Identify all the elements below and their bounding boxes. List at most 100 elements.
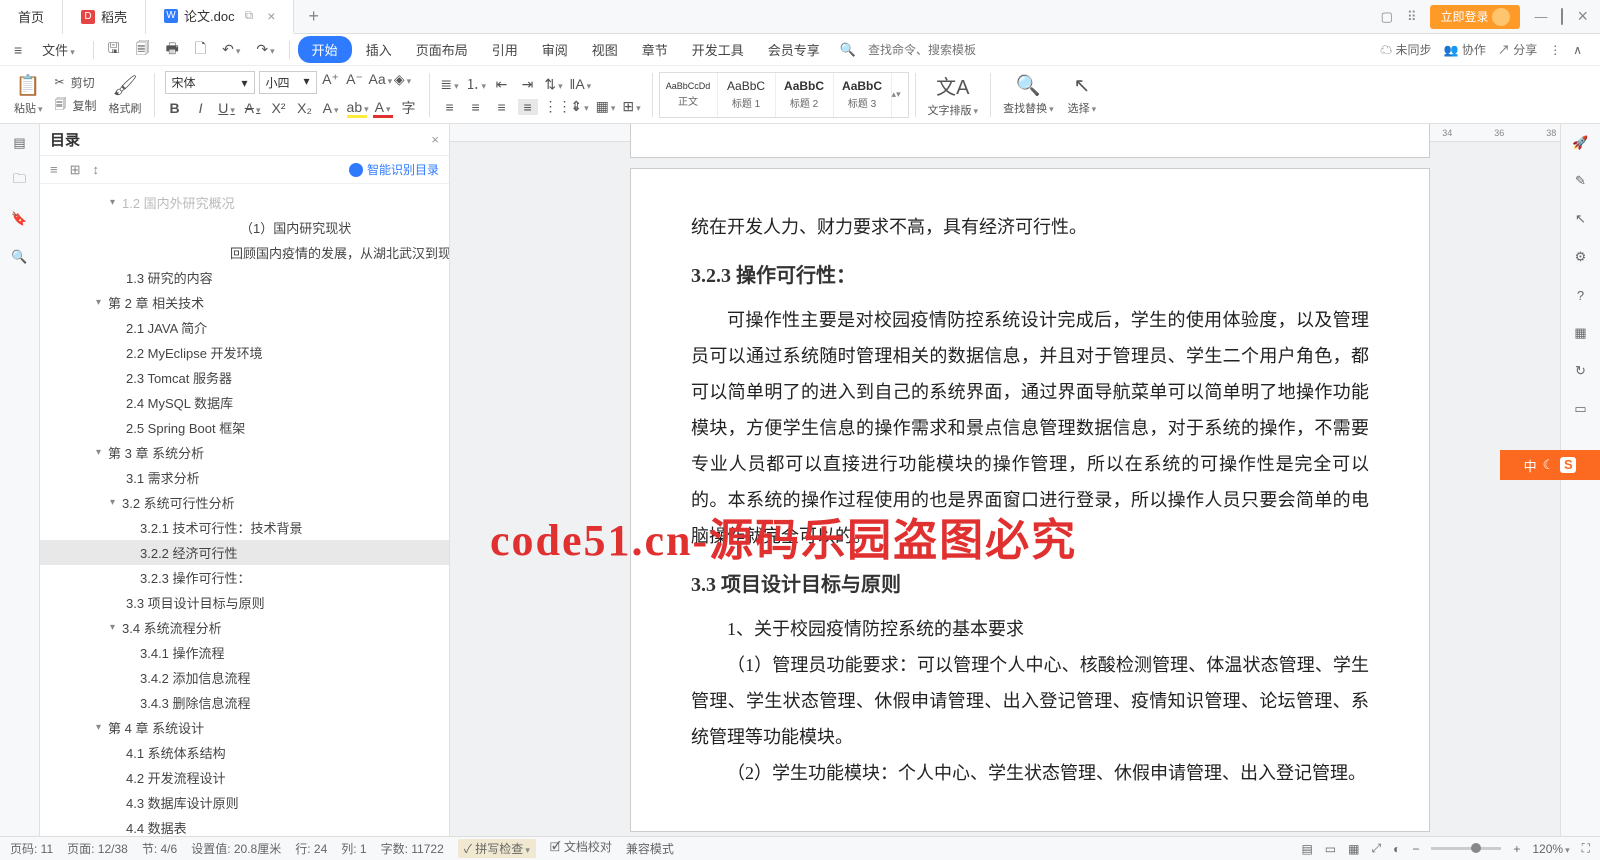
font-size-select[interactable]: 小四▾ <box>259 71 317 94</box>
toc-item[interactable]: 2.2 MyEclipse 开发环境 <box>40 340 449 365</box>
number-list-icon[interactable]: ⒈ <box>466 74 486 94</box>
redo-icon[interactable]: ↷ <box>250 37 280 62</box>
border-icon[interactable]: ⊞ <box>622 98 642 115</box>
view-print-icon[interactable]: ▤ <box>1301 842 1312 856</box>
subscript-button[interactable]: X₂ <box>295 100 315 116</box>
toc-item[interactable]: 4.3 数据库设计原则 <box>40 790 449 815</box>
menu-file[interactable]: 文件 <box>32 36 85 63</box>
copy-button[interactable]: 🗐 复制 <box>55 95 97 116</box>
select-button[interactable]: ↖选择 <box>1062 73 1103 116</box>
print-preview-icon[interactable]: 🗋 <box>189 34 212 66</box>
increase-font-icon[interactable]: A⁺ <box>321 71 341 94</box>
align-left-icon[interactable]: ≡ <box>440 99 460 115</box>
toc-item[interactable]: 2.1 JAVA 简介 <box>40 315 449 340</box>
align-justify-icon[interactable]: ≡ <box>518 99 538 115</box>
zoom-value[interactable]: 120% <box>1532 842 1569 856</box>
minimize-button[interactable]: — <box>1534 9 1547 24</box>
style-more-icon[interactable]: ▴▾ <box>892 73 908 117</box>
decrease-indent-icon[interactable]: ⇤ <box>492 76 512 93</box>
paragraph-spacing-icon[interactable]: ⇕ <box>570 98 590 115</box>
menu-hamburger-icon[interactable]: ≡ <box>8 38 28 62</box>
cut-button[interactable]: ✂ 剪切 <box>55 74 97 91</box>
bold-button[interactable]: B <box>165 100 185 116</box>
format-painter-button[interactable]: 🖌 格式刷 <box>103 73 148 116</box>
toc-item[interactable]: （1）国内研究现状 <box>40 215 449 240</box>
change-case-icon[interactable]: Aa <box>369 71 389 94</box>
sort-icon[interactable]: ⇅ <box>544 76 564 93</box>
toc-item[interactable]: ▾第 3 章 系统分析 <box>40 440 449 465</box>
toc-item[interactable]: 3.2.2 经济可行性 <box>40 540 449 565</box>
shading-icon[interactable]: ▦ <box>596 98 616 115</box>
save-icon[interactable]: 🖫 <box>102 34 126 66</box>
toc-item[interactable]: 4.1 系统体系结构 <box>40 740 449 765</box>
superscript-button[interactable]: X² <box>269 100 289 116</box>
paste-group[interactable]: 📋 粘贴 <box>8 73 49 116</box>
nav-search-icon[interactable]: 🔍 <box>11 248 29 266</box>
align-right-icon[interactable]: ≡ <box>492 99 512 115</box>
tab-close-icon[interactable]: × <box>267 8 275 24</box>
tab-home[interactable]: 首页 <box>0 0 63 34</box>
style-heading3[interactable]: AaBbC标题 3 <box>834 73 892 117</box>
command-search-input[interactable] <box>860 40 1031 60</box>
toc-expand-icon[interactable]: ⊞ <box>70 162 81 178</box>
decrease-font-icon[interactable]: A⁻ <box>345 71 365 94</box>
toc-item[interactable]: 3.4.3 删除信息流程 <box>40 690 449 715</box>
font-family-select[interactable]: 宋体▾ <box>165 71 255 94</box>
toc-item[interactable]: 3.4.1 操作流程 <box>40 640 449 665</box>
smart-toc-button[interactable]: 智能识别目录 <box>349 161 439 178</box>
status-pageno[interactable]: 页码: 11 <box>10 840 53 857</box>
view-read-icon[interactable]: ⤢ <box>1371 841 1381 856</box>
status-page[interactable]: 页面: 12/38 <box>67 840 128 857</box>
ime-badge[interactable]: 中☾S <box>1500 450 1600 480</box>
toc-item[interactable]: 4.2 开发流程设计 <box>40 765 449 790</box>
menu-insert[interactable]: 插入 <box>356 36 402 63</box>
tab-document[interactable]: W 论文.doc ⧉ × <box>146 0 294 34</box>
underline-button[interactable]: U <box>217 100 237 116</box>
document-page[interactable]: 统在开发人力、财力要求不高，具有经济可行性。 3.2.3 操作可行性： 可操作性… <box>630 168 1430 832</box>
status-spellcheck[interactable]: ✓ 拼写检查 <box>458 839 536 858</box>
tab-docker[interactable]: D稻壳 <box>63 0 146 34</box>
maximize-button[interactable] <box>1561 9 1563 24</box>
menu-start[interactable]: 开始 <box>298 36 352 63</box>
menu-references[interactable]: 引用 <box>482 36 528 63</box>
menu-page-layout[interactable]: 页面布局 <box>406 36 478 63</box>
zoom-out-icon[interactable]: − <box>1412 842 1419 856</box>
status-words[interactable]: 字数: 11722 <box>381 840 444 857</box>
menu-section[interactable]: 章节 <box>632 36 678 63</box>
text-layout-button[interactable]: 文A文字排版 <box>922 71 985 118</box>
toc-item[interactable]: 2.3 Tomcat 服务器 <box>40 365 449 390</box>
italic-button[interactable]: I <box>191 100 211 116</box>
style-heading1[interactable]: AaBbC标题 1 <box>718 73 776 117</box>
zoom-slider[interactable] <box>1431 847 1501 850</box>
bullet-list-icon[interactable]: ≣ <box>440 76 460 93</box>
find-replace-button[interactable]: 🔍查找替换 <box>997 73 1060 116</box>
menu-member[interactable]: 会员专享 <box>758 36 830 63</box>
tool-rocket-icon[interactable]: 🚀 <box>1572 134 1590 152</box>
undo-icon[interactable]: ↶ <box>216 37 246 62</box>
toc-item[interactable]: ▾3.4 系统流程分析 <box>40 615 449 640</box>
fullscreen-icon[interactable]: ⛶ <box>1582 841 1590 856</box>
tool-settings-icon[interactable]: ⚙ <box>1572 248 1590 266</box>
zoom-in-icon[interactable]: + <box>1513 842 1520 856</box>
tab-popout-icon[interactable]: ⧉ <box>245 8 254 23</box>
tool-refresh-icon[interactable]: ↻ <box>1572 362 1590 380</box>
toc-item[interactable]: ▾3.2 系统可行性分析 <box>40 490 449 515</box>
distribute-icon[interactable]: ⋮⋮ <box>544 98 564 115</box>
phonetic-button[interactable]: 字 <box>399 98 419 118</box>
style-gallery[interactable]: AaBbCcDd正文 AaBbC标题 1 AaBbC标题 2 AaBbC标题 3… <box>659 72 909 118</box>
toc-item[interactable]: ▾第 2 章 相关技术 <box>40 290 449 315</box>
toc-item[interactable]: 2.4 MySQL 数据库 <box>40 390 449 415</box>
saveas-icon[interactable]: 🗐 <box>130 34 156 66</box>
outline-list[interactable]: ▾1.2 国内外研究概况（1）国内研究现状回顾国内疫情的发展，从湖北武汉到现在河… <box>40 184 449 856</box>
view-focus-icon[interactable]: ◐ <box>1393 842 1400 856</box>
more-menu-icon[interactable]: ⋮ <box>1549 43 1561 57</box>
tool-template-icon[interactable]: ▦ <box>1572 324 1590 342</box>
apps-icon[interactable]: ⠿ <box>1407 9 1417 25</box>
style-normal[interactable]: AaBbCcDd正文 <box>660 73 718 117</box>
tool-help-icon[interactable]: ? <box>1572 286 1590 304</box>
toc-collapse-icon[interactable]: ↕ <box>93 162 100 177</box>
collapse-ribbon-icon[interactable]: ∧ <box>1573 43 1582 57</box>
login-button[interactable]: 立即登录 <box>1430 5 1520 29</box>
clear-format-icon[interactable]: ◈ <box>393 71 413 94</box>
menu-review[interactable]: 审阅 <box>532 36 578 63</box>
